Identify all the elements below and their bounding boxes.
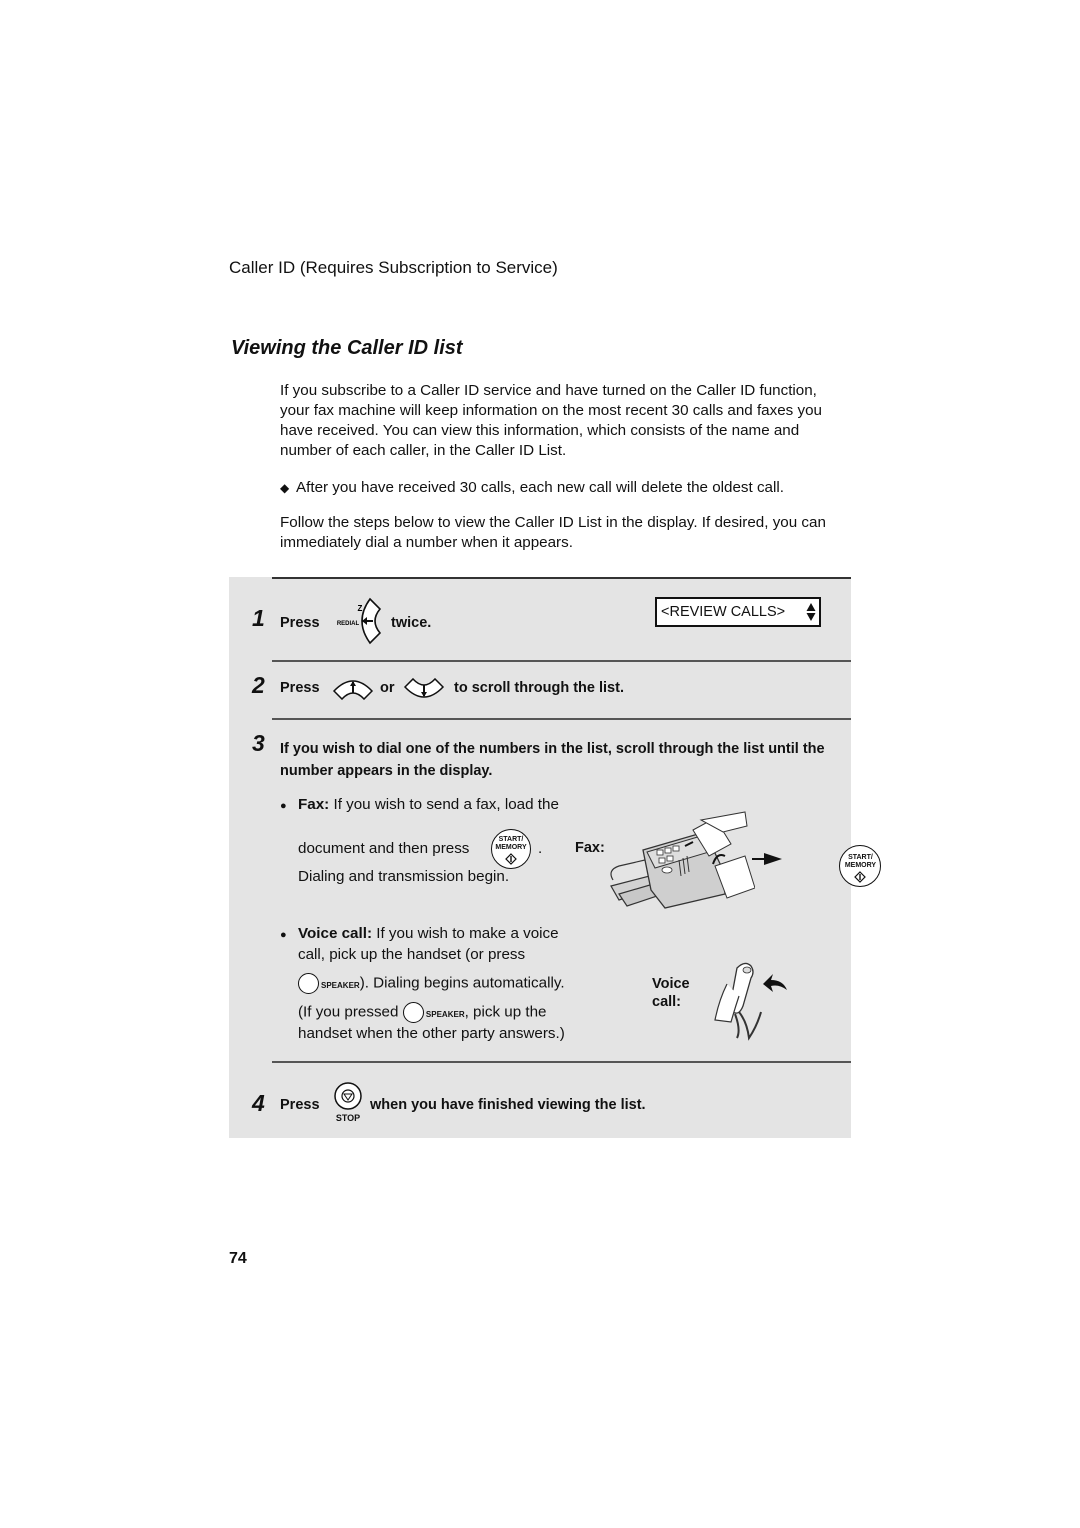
lcd-display: <REVIEW CALLS> xyxy=(655,597,821,627)
divider xyxy=(272,660,851,662)
or-text: or xyxy=(380,680,395,696)
fax-machine-icon xyxy=(610,811,756,909)
voice-label: Voice call: xyxy=(298,925,373,942)
step-after-text: twice. xyxy=(391,615,432,631)
memory-label: MEMORY xyxy=(844,862,877,869)
start-label: START/ xyxy=(498,836,524,843)
step-instruction: If you wish to dial one of the numbers i… xyxy=(280,741,825,779)
divider xyxy=(272,718,851,720)
voice-illustration-label-1: Voice xyxy=(652,976,690,992)
fax-text-b-end: . xyxy=(538,840,543,857)
redial-button[interactable]: Z REDIAL xyxy=(332,597,384,650)
page-number: 74 xyxy=(229,1250,247,1267)
fax-bullet: ● xyxy=(280,796,287,813)
step-number: 1 xyxy=(252,605,265,631)
memory-label: MEMORY xyxy=(495,844,527,851)
start-label: START/ xyxy=(848,854,873,861)
lcd-display-text: <REVIEW CALLS> xyxy=(661,604,786,620)
handset-icon xyxy=(714,962,787,1041)
intro-paragraph: If you subscribe to a Caller ID service … xyxy=(280,382,822,459)
voice-text-c: ). Dialing begins automatically. xyxy=(359,974,565,992)
voice-line-3: SPEAKER). Dialing begins automatically. xyxy=(298,973,565,994)
step-number: 3 xyxy=(252,730,265,756)
stop-label: STOP xyxy=(335,1113,361,1123)
voice-text-d-start: (If you pressed xyxy=(298,1003,399,1021)
handset-illustration xyxy=(705,960,795,1047)
fax-text-b: document and then press xyxy=(298,840,470,857)
down-arrow-key-icon xyxy=(403,677,445,698)
scroll-up-button[interactable] xyxy=(332,677,374,706)
voice-illustration-label-2: call: xyxy=(652,994,682,1010)
step-after-text: when you have finished viewing the list. xyxy=(370,1097,646,1113)
stop-button[interactable]: STOP xyxy=(332,1081,364,1123)
up-arrow-key-icon xyxy=(332,680,374,701)
fax-label: Fax: xyxy=(298,796,330,813)
bullet-note-text: After you have received 30 calls, each n… xyxy=(296,479,784,496)
follow-paragraph: Follow the steps below to view the Calle… xyxy=(280,514,826,551)
step-press-label: Press xyxy=(280,680,320,696)
start-memory-button-illustration: START/ MEMORY xyxy=(839,845,882,887)
redial-key-icon: Z REDIAL xyxy=(337,597,382,645)
speaker-button[interactable] xyxy=(402,1002,424,1023)
speaker-label: SPEAKER xyxy=(321,980,360,990)
arrow-right-icon xyxy=(752,852,782,871)
bullet-note: ◆ After you have received 30 calls, each … xyxy=(280,478,850,498)
voice-line-1: Voice call: If you wish to make a voice xyxy=(298,925,559,942)
start-memory-button[interactable]: START/ MEMORY xyxy=(491,829,531,869)
redial-key-letter: Z xyxy=(358,604,363,613)
speaker-button[interactable] xyxy=(298,973,319,994)
fax-machine-illustration xyxy=(605,810,756,915)
step-press-label: Press xyxy=(280,615,320,631)
divider xyxy=(272,1061,851,1063)
divider xyxy=(272,577,851,579)
voice-text-a: If you wish to make a voice xyxy=(376,925,559,942)
voice-text-e: handset when the other party answers.) xyxy=(298,1025,565,1042)
speaker-label: SPEAKER xyxy=(425,1009,465,1019)
voice-text-d-end: , pick up the xyxy=(464,1003,547,1021)
fax-text-c: Dialing and transmission begin. xyxy=(298,868,510,885)
scroll-down-button[interactable] xyxy=(403,677,445,706)
step-after-text: to scroll through the list. xyxy=(454,680,624,696)
up-down-arrows-icon xyxy=(806,603,816,621)
fax-text-a: If you wish to send a fax, load the xyxy=(333,796,559,813)
voice-bullet: ● xyxy=(280,925,287,942)
voice-line-4: (If you pressed SPEAKER, pick up the xyxy=(298,1002,547,1023)
bullet-dot-icon: ● xyxy=(280,929,287,941)
step-press-label: Press xyxy=(280,1097,320,1113)
step-number: 4 xyxy=(252,1090,265,1116)
section-header: Caller ID (Requires Subscription to Serv… xyxy=(229,258,558,277)
fax-illustration-label: Fax: xyxy=(575,840,605,856)
bullet-dot-icon: ● xyxy=(280,800,287,812)
fax-line-1: Fax: If you wish to send a fax, load the xyxy=(298,796,559,813)
redial-key-label: REDIAL xyxy=(337,621,360,627)
step-3: 3 If you wish to dial one of the numbers… xyxy=(0,0,1080,1042)
stop-icon xyxy=(334,1082,362,1110)
step-number: 2 xyxy=(252,672,265,698)
start-diamond-icon xyxy=(505,853,517,865)
page-title: Viewing the Caller ID list xyxy=(231,337,463,359)
voice-text-b: call, pick up the handset (or press xyxy=(298,946,526,963)
start-diamond-icon xyxy=(854,871,867,883)
diamond-bullet-icon: ◆ xyxy=(280,481,290,495)
